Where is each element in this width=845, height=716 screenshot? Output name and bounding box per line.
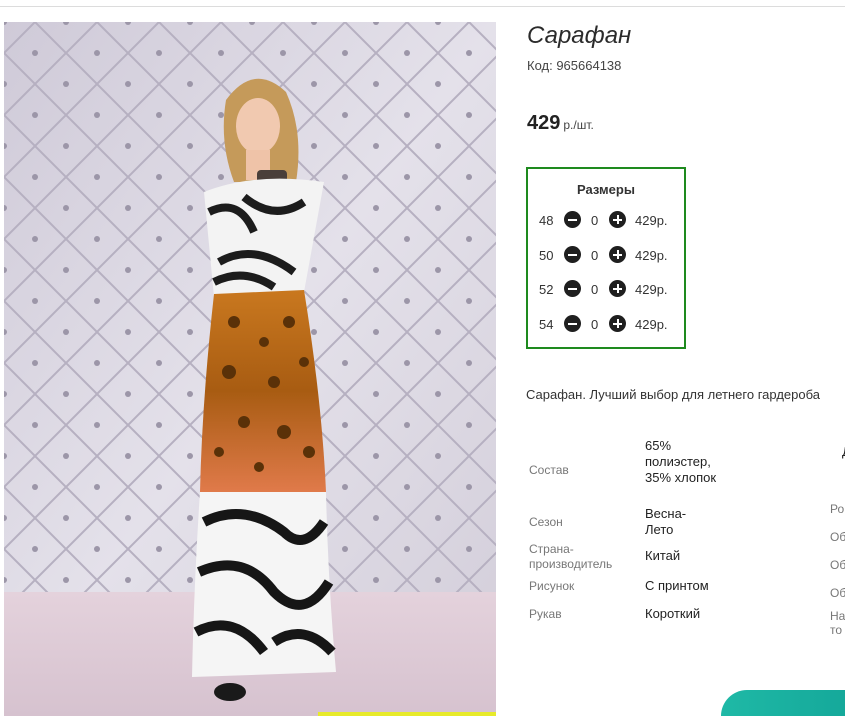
product-photo-illustration (4, 22, 496, 716)
second-spec-label: Об (830, 586, 845, 600)
size-label: 54 (539, 317, 554, 332)
decrease-quantity-button[interactable] (564, 211, 581, 228)
second-spec-label: Ро (830, 502, 845, 516)
quantity-value: 0 (591, 213, 599, 228)
product-price: 429 р./шт. (527, 112, 594, 135)
increase-quantity-button[interactable] (609, 246, 626, 263)
size-row-54: 54 0 429р. (539, 315, 679, 335)
size-price: 429р. (635, 248, 668, 263)
decrease-quantity-button[interactable] (564, 246, 581, 263)
size-price: 429р. (635, 282, 668, 297)
spec-value-season: Весна-Лето (645, 506, 687, 537)
spec-value-sleeve: Короткий (645, 606, 701, 621)
price-unit: р./шт. (563, 118, 594, 132)
quantity-value: 0 (591, 248, 599, 263)
size-row-52: 52 0 429р. (539, 280, 679, 300)
spec-value-country: Китай (645, 548, 681, 563)
size-price: 429р. (635, 213, 668, 228)
size-price: 429р. (635, 317, 668, 332)
spec-label-sleeve: Рукав (529, 607, 562, 621)
spec-label-country: Страна-производитель (529, 542, 613, 571)
decrease-quantity-button[interactable] (564, 280, 581, 297)
size-label: 50 (539, 248, 554, 263)
size-row-48: 48 0 429р. (539, 211, 679, 231)
spec-label-pattern: Рисунок (529, 579, 575, 593)
photo-accent-strip (318, 712, 496, 716)
product-description: Сарафан. Лучший выбор для летнего гардер… (526, 387, 820, 402)
product-title: Сарафан (527, 22, 632, 49)
increase-quantity-button[interactable] (609, 280, 626, 297)
decrease-quantity-button[interactable] (564, 315, 581, 332)
size-selector: Размеры 48 0 429р. 50 0 429р. 52 0 429р.… (526, 167, 686, 349)
price-value: 429 (527, 112, 561, 134)
increase-quantity-button[interactable] (609, 211, 626, 228)
second-spec-label: то (830, 623, 843, 637)
increase-quantity-button[interactable] (609, 315, 626, 332)
second-spec-label: На (830, 609, 845, 623)
size-selector-title: Размеры (577, 182, 635, 197)
size-row-50: 50 0 429р. (539, 246, 679, 266)
spec-label-season: Сезон (529, 515, 563, 529)
size-label: 52 (539, 282, 554, 297)
add-to-cart-button[interactable] (721, 690, 845, 716)
second-spec-label: Об (830, 558, 845, 572)
spec-label-composition: Состав (529, 463, 569, 477)
size-label: 48 (539, 213, 554, 228)
product-photo[interactable] (4, 22, 496, 716)
top-divider (0, 6, 845, 7)
quantity-value: 0 (591, 282, 599, 297)
quantity-value: 0 (591, 317, 599, 332)
second-spec-label: Об (830, 530, 845, 544)
spec-value-pattern: С принтом (645, 578, 709, 593)
spec-value-composition: 65% полиэстер, 35% хлопок (645, 438, 717, 485)
product-code: Код: 965664138 (527, 58, 622, 73)
